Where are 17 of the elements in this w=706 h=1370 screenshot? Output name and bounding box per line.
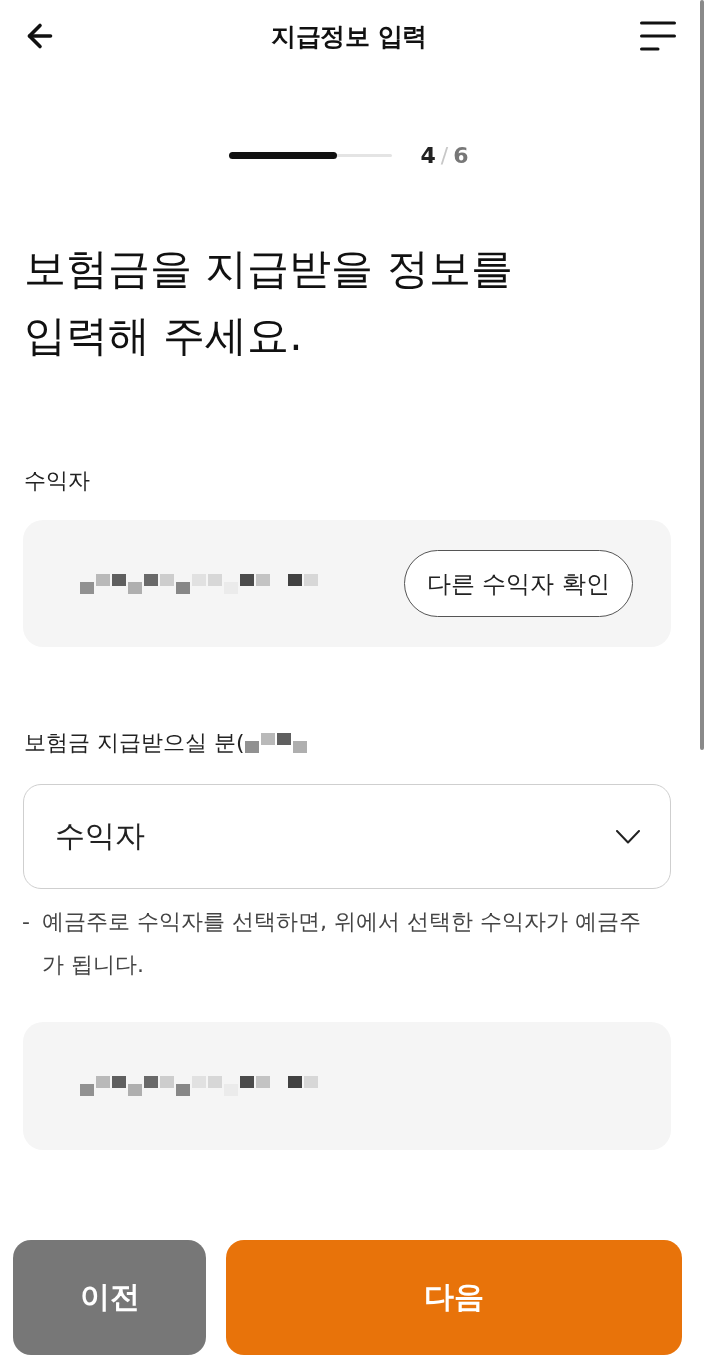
note-bullet: - bbox=[22, 908, 30, 936]
page-title: 지급정보 입력 bbox=[271, 20, 427, 53]
field-label: 보험금 지급받으실 분( bbox=[24, 729, 245, 757]
step-total: 6 bbox=[453, 142, 469, 168]
other-beneficiary-button[interactable]: 다른 수익자 확인 bbox=[403, 550, 633, 617]
menu-icon bbox=[640, 21, 676, 51]
scrollbar-thumb[interactable] bbox=[700, 0, 704, 750]
step-separator: / bbox=[440, 142, 449, 168]
menu-button[interactable] bbox=[640, 21, 676, 51]
step-current: 4 bbox=[420, 142, 436, 168]
previous-button[interactable]: 이전 bbox=[13, 1240, 206, 1355]
page-heading: 보험금을 지급받을 정보를 입력해 주세요. bbox=[24, 243, 513, 362]
chevron-down-icon bbox=[616, 829, 640, 844]
note-text: 예금주로 수익자를 선택하면, 위에서 선택한 수익자가 예금주가 됩니다. bbox=[41, 908, 642, 979]
payee-select[interactable]: 수익자 bbox=[23, 784, 671, 889]
field-label: 수익자 bbox=[24, 467, 90, 495]
pixelated-text-drawing bbox=[244, 733, 307, 753]
